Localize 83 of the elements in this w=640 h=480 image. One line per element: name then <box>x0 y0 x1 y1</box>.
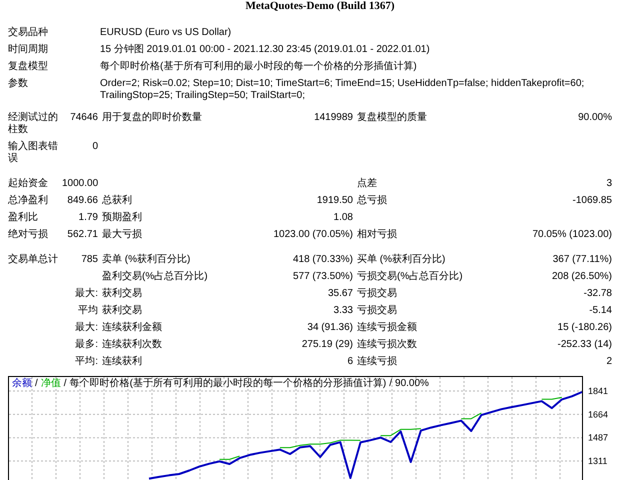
table-cell-text: 849.66 <box>66 194 98 208</box>
table-cell-text: 208 (26.50%) <box>550 270 612 284</box>
table-cell-text: 交易单总计 <box>8 252 58 266</box>
table-cell-text: 预期盈利 <box>102 210 143 224</box>
table-cell-text: 3 <box>605 176 612 190</box>
legend-text: 每个即时价格(基于所有可利用的最小时段的每一个价格的分形插值计算) <box>70 378 386 390</box>
table-cell-text: -1069.85 <box>572 194 612 208</box>
table-cell-text: 最大亏损 <box>102 228 143 242</box>
table-cell-text: 连续亏损金额 <box>357 320 418 334</box>
table-cell-text: 起始资金 <box>8 176 49 190</box>
table-cell-text: 绝对亏损 <box>8 228 49 242</box>
info-value: 15 分钟图 2019.01.01 00:00 - 2021.12.30 23:45 (2019.01.01 - 2022.01.01) <box>100 42 431 56</box>
table-cell-text: 经测试过的柱数 <box>8 110 58 136</box>
table-cell-text: 总净盈利 <box>8 194 49 208</box>
table-cell-text: 亏损交易 <box>357 304 398 318</box>
table-cell-text: 74646 <box>69 110 98 124</box>
table-cell-text: 最大: <box>74 320 98 334</box>
legend-item: 余额 <box>12 378 32 390</box>
table-cell-text: 0 <box>91 140 98 154</box>
table-cell-text: 3.33 <box>332 304 353 318</box>
table-cell-text: 连续获利次数 <box>102 338 163 352</box>
table-cell-text: 1000.00 <box>62 176 98 190</box>
table-cell-text: 90.00% <box>577 110 612 124</box>
legend-separator: / <box>64 378 67 390</box>
table-cell-text: 1023.00 (70.05%) <box>272 228 353 242</box>
table-cell-text: -5.14 <box>588 304 612 318</box>
table-cell-text: 平均: <box>74 354 98 368</box>
table-cell-text: 70.05% (1023.00) <box>531 228 612 242</box>
info-value: EURUSD (Euro vs US Dollar) <box>100 26 232 40</box>
table-cell-text: 35.67 <box>326 286 353 300</box>
legend-text: 90.00% <box>395 378 429 390</box>
table-cell-text: 275.19 (29) <box>300 338 353 352</box>
table-cell-text: 562.71 <box>66 228 98 242</box>
axis-label: 1487 <box>588 432 608 443</box>
table-cell-text: 2 <box>605 354 612 368</box>
table-cell-text: -32.78 <box>582 286 612 300</box>
table-cell-text: 盈利比 <box>8 210 39 224</box>
table-cell-text: 最多: <box>74 338 98 352</box>
table-cell-text: 785 <box>80 252 98 266</box>
table-cell-text: 577 (73.50%) <box>292 270 353 284</box>
table-cell-text: 点差 <box>357 176 378 190</box>
table-cell-text: 连续获利金额 <box>102 320 163 334</box>
axis-label: 1664 <box>588 409 608 420</box>
table-cell-text: 34 (91.36) <box>306 320 353 334</box>
legend-separator: / <box>389 378 392 390</box>
table-cell-text: 连续亏损 <box>357 354 398 368</box>
table-cell-text: 卖单 (%获利百分比) <box>102 252 192 266</box>
table-cell-text: 平均 <box>77 304 98 318</box>
table-cell-text: 1419989 <box>313 110 353 124</box>
legend-separator: / <box>35 378 38 390</box>
info-label: 时间周期 <box>8 42 49 56</box>
table-cell-text: 相对亏损 <box>357 228 398 242</box>
table-cell-text: 获利交易 <box>102 304 143 318</box>
table-cell-text: 15 (-180.26) <box>556 320 612 334</box>
report-title: MetaQuotes-Demo (Build 1367) <box>245 0 395 12</box>
info-label: 复盘模型 <box>8 60 49 74</box>
table-cell-text: -252.33 (14) <box>556 338 612 352</box>
info-value: Order=2; Risk=0.02; Step=10; Dist=10; TimeStart=6; TimeEnd=15; UseHiddenTp=false; hiddenTakeprofit=60; TrailingStop=25; TrailingStep=50; TrailStart=0; <box>100 76 586 102</box>
table-cell-text: 获利交易 <box>102 286 143 300</box>
table-cell-text: 连续获利 <box>102 354 143 368</box>
table-cell-text: 367 (77.11%) <box>552 252 612 266</box>
table-cell-text: 6 <box>346 354 353 368</box>
axis-label: 1311 <box>588 456 608 466</box>
table-cell-text: 总亏损 <box>357 194 388 208</box>
table-cell-text: 1.79 <box>78 210 98 224</box>
info-label: 交易品种 <box>8 26 49 40</box>
table-cell-text: 亏损交易 <box>357 286 398 300</box>
table-cell-text: 1919.50 <box>316 194 353 208</box>
table-cell-text: 总获利 <box>102 194 133 208</box>
table-cell-text: 418 (70.33%) <box>292 252 353 266</box>
table-cell-text: 用于复盘的即时价数量 <box>102 110 203 124</box>
table-cell-text: 1.08 <box>332 210 353 224</box>
table-cell-text: 买单 (%获利百分比) <box>357 252 446 266</box>
table-cell-text: 最大: <box>74 286 98 300</box>
info-label: 参数 <box>8 76 29 90</box>
info-value: 每个即时价格(基于所有可利用的最小时段的每一个价格的分形插值计算) <box>100 60 418 74</box>
table-cell-text: 连续亏损次数 <box>357 338 418 352</box>
table-cell-text: 盈利交易(%占总百分比) <box>102 270 209 284</box>
legend-item: 净值 <box>40 378 61 390</box>
axis-label: 1841 <box>588 386 608 396</box>
table-cell-text: 输入图表错误 <box>8 140 58 166</box>
table-cell-text: 亏损交易(%占总百分比) <box>357 270 464 284</box>
table-cell-text: 复盘模型的质量 <box>357 110 428 124</box>
